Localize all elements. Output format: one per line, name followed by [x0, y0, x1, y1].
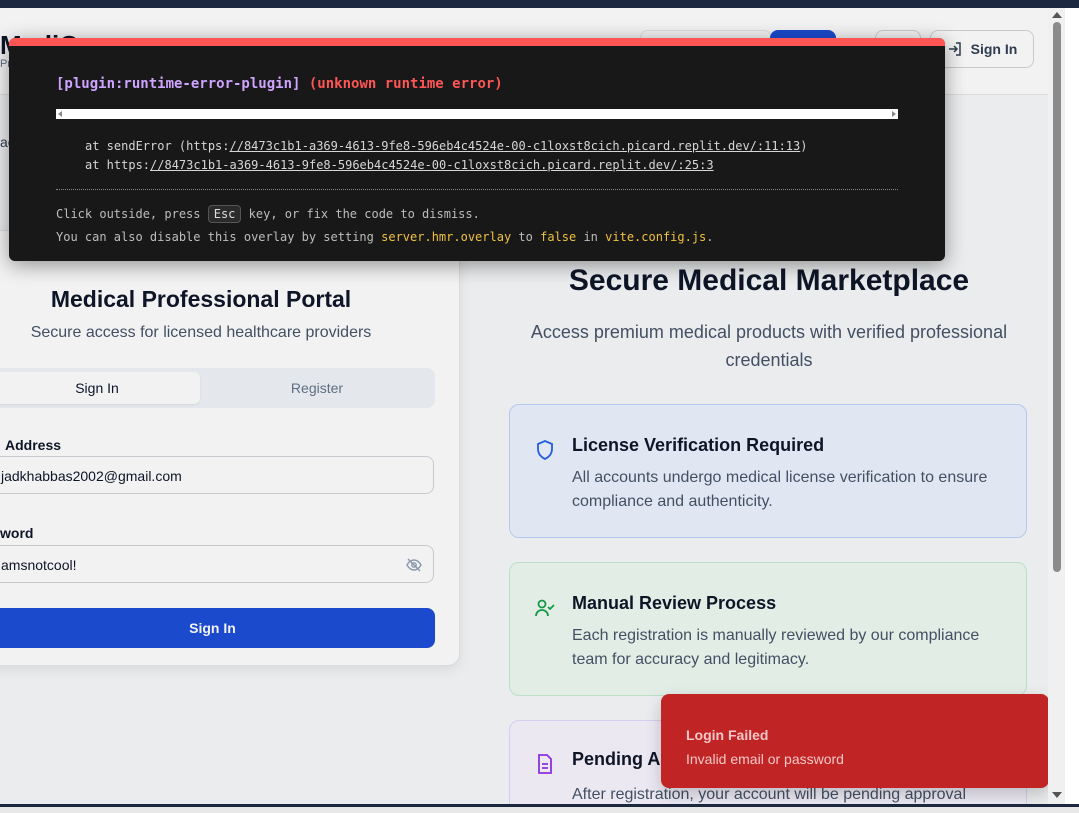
- stack-prefix: at sendError (https:: [85, 139, 230, 153]
- error-divider: [56, 189, 898, 190]
- scrollbar-thumb[interactable]: [1053, 22, 1061, 572]
- browser-viewport: MediC Pr Sign In ac Medical Professional…: [0, 8, 1048, 804]
- scroll-down-arrow-icon[interactable]: [1052, 792, 1062, 798]
- tip-text: to: [518, 230, 533, 244]
- window-right-edge: [1065, 8, 1079, 804]
- disable-tip: You can also disable this overlay by set…: [56, 230, 714, 244]
- error-plugin-name: [plugin:runtime-error-plugin]: [56, 76, 301, 92]
- error-horizontal-scrollbar[interactable]: [56, 109, 898, 119]
- window-bottom-edge: [0, 804, 1079, 813]
- error-header: [plugin:runtime-error-plugin] (unknown r…: [56, 76, 503, 92]
- tip-text: key, or fix the code to dismiss.: [248, 207, 480, 221]
- error-message: (unknown runtime error): [308, 76, 503, 92]
- toast-title: Login Failed: [686, 727, 769, 743]
- stack-line: at https://8473c1b1-a369-4613-9fe8-596eb…: [85, 158, 714, 172]
- esc-key: Esc: [207, 205, 242, 223]
- stack-link[interactable]: //8473c1b1-a369-4613-9fe8-596eb4c4524e-0…: [230, 139, 801, 153]
- error-overlay[interactable]: [plugin:runtime-error-plugin] (unknown r…: [9, 38, 945, 261]
- tip-text: in: [583, 230, 598, 244]
- vertical-scrollbar[interactable]: [1048, 8, 1065, 804]
- toast-message: Invalid email or password: [686, 751, 844, 767]
- stack-link[interactable]: //8473c1b1-a369-4613-9fe8-596eb4c4524e-0…: [150, 158, 714, 172]
- tip-text: You can also disable this overlay by set…: [56, 230, 374, 244]
- tip-text: .: [706, 230, 714, 244]
- error-toast[interactable]: Login Failed Invalid email or password: [661, 694, 1048, 788]
- tip-setting: server.hmr.overlay: [381, 230, 512, 244]
- stack-suffix: ): [800, 139, 808, 153]
- stack-prefix: at https:: [85, 158, 151, 172]
- scroll-up-arrow-icon[interactable]: [1052, 12, 1062, 18]
- stack-line: at sendError (https://8473c1b1-a369-4613…: [85, 139, 807, 153]
- tip-value: false: [540, 230, 577, 244]
- tip-file: vite.config.js: [605, 230, 707, 244]
- scroll-left-arrow-icon[interactable]: [58, 111, 62, 117]
- dismiss-tip: Click outside, press Esc key, or fix the…: [56, 205, 480, 223]
- error-top-bar: [9, 38, 945, 46]
- window-top-edge: [0, 0, 1079, 8]
- scroll-right-arrow-icon[interactable]: [892, 111, 896, 117]
- tip-text: Click outside, press: [56, 207, 201, 221]
